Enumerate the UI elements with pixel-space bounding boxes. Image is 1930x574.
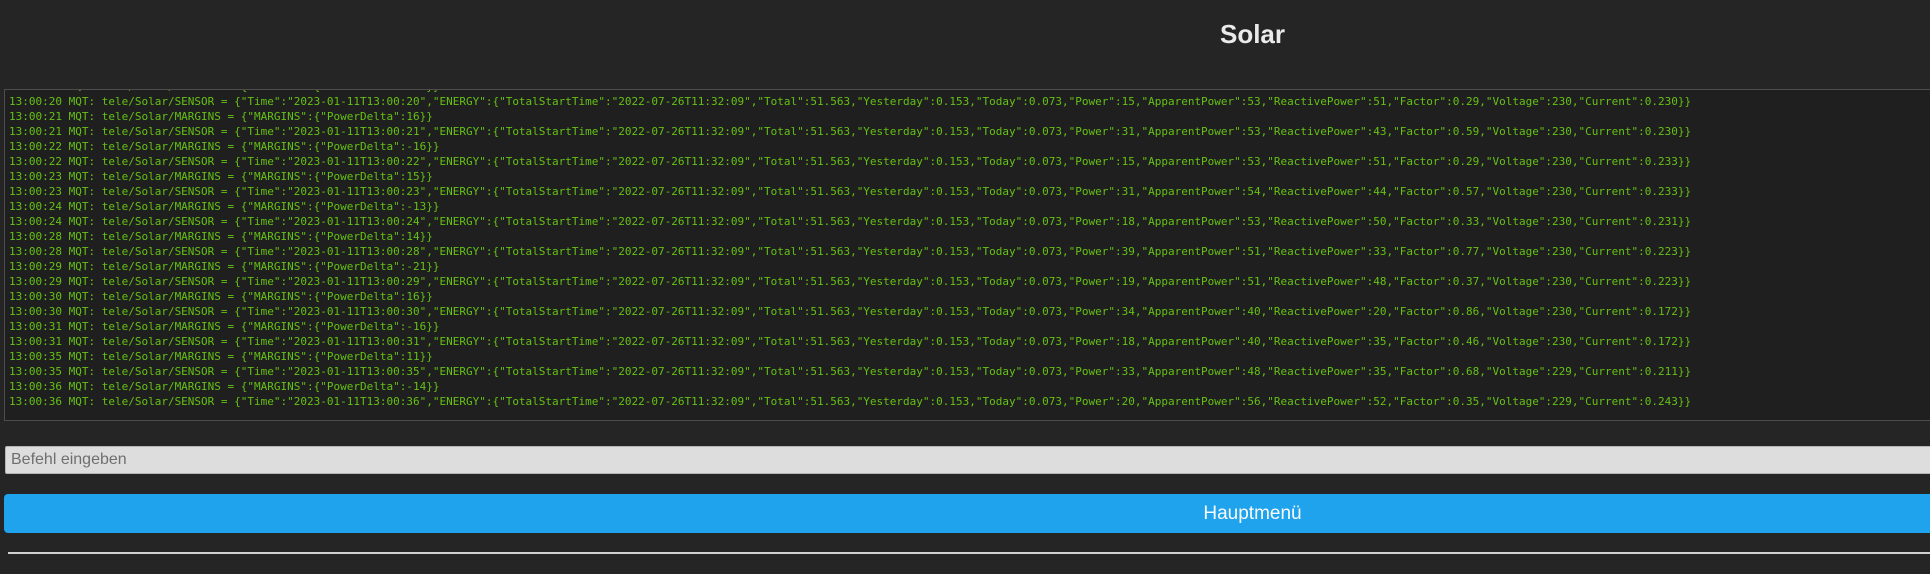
page-title: Solar xyxy=(1219,19,1286,49)
console-line: 13:00:23 MQT: tele/Solar/MARGINS = {"MAR… xyxy=(9,170,433,183)
console-line: 13:00:36 MQT: tele/Solar/MARGINS = {"MAR… xyxy=(9,380,440,393)
divider xyxy=(8,552,1930,554)
console-log[interactable]: 13:00:20 MQT: tele/Solar/MARGINS = {"MAR… xyxy=(4,89,1930,421)
console-line: 13:00:29 MQT: tele/Solar/SENSOR = {"Time… xyxy=(9,275,1692,288)
console-line: 13:00:36 MQT: tele/Solar/SENSOR = {"Time… xyxy=(9,395,1692,408)
console-line: 13:00:28 MQT: tele/Solar/SENSOR = {"Time… xyxy=(9,245,1692,258)
console-line: 13:00:30 MQT: tele/Solar/SENSOR = {"Time… xyxy=(9,305,1692,318)
main-menu-button[interactable]: Hauptmenü xyxy=(4,494,1930,533)
console-line: 13:00:24 MQT: tele/Solar/SENSOR = {"Time… xyxy=(9,215,1692,228)
console-line: 13:00:21 MQT: tele/Solar/MARGINS = {"MAR… xyxy=(9,110,433,123)
console-line: 13:00:30 MQT: tele/Solar/MARGINS = {"MAR… xyxy=(9,290,433,303)
console-line: 13:00:35 MQT: tele/Solar/SENSOR = {"Time… xyxy=(9,365,1692,378)
console-line: 13:00:21 MQT: tele/Solar/SENSOR = {"Time… xyxy=(9,125,1692,138)
console-line: 13:00:35 MQT: tele/Solar/MARGINS = {"MAR… xyxy=(9,350,433,363)
console-line: 13:00:20 MQT: tele/Solar/SENSOR = {"Time… xyxy=(9,95,1692,108)
page: Solar 13:00:20 MQT: tele/Solar/MARGINS =… xyxy=(0,0,1930,574)
console-line: 13:00:24 MQT: tele/Solar/MARGINS = {"MAR… xyxy=(9,200,440,213)
main-menu-button-label: Hauptmenü xyxy=(1203,503,1302,524)
console-line: 13:00:23 MQT: tele/Solar/SENSOR = {"Time… xyxy=(9,185,1692,198)
console-line: 13:00:31 MQT: tele/Solar/SENSOR = {"Time… xyxy=(9,335,1692,348)
console-line: 13:00:22 MQT: tele/Solar/MARGINS = {"MAR… xyxy=(9,140,440,153)
console-line: 13:00:22 MQT: tele/Solar/SENSOR = {"Time… xyxy=(9,155,1692,168)
console-line: 13:00:31 MQT: tele/Solar/MARGINS = {"MAR… xyxy=(9,320,440,333)
command-input[interactable] xyxy=(5,446,1930,474)
console-line: 13:00:28 MQT: tele/Solar/MARGINS = {"MAR… xyxy=(9,230,433,243)
console-lines: 13:00:20 MQT: tele/Solar/MARGINS = {"MAR… xyxy=(9,90,1930,409)
console-line: 13:00:29 MQT: tele/Solar/MARGINS = {"MAR… xyxy=(9,260,440,273)
